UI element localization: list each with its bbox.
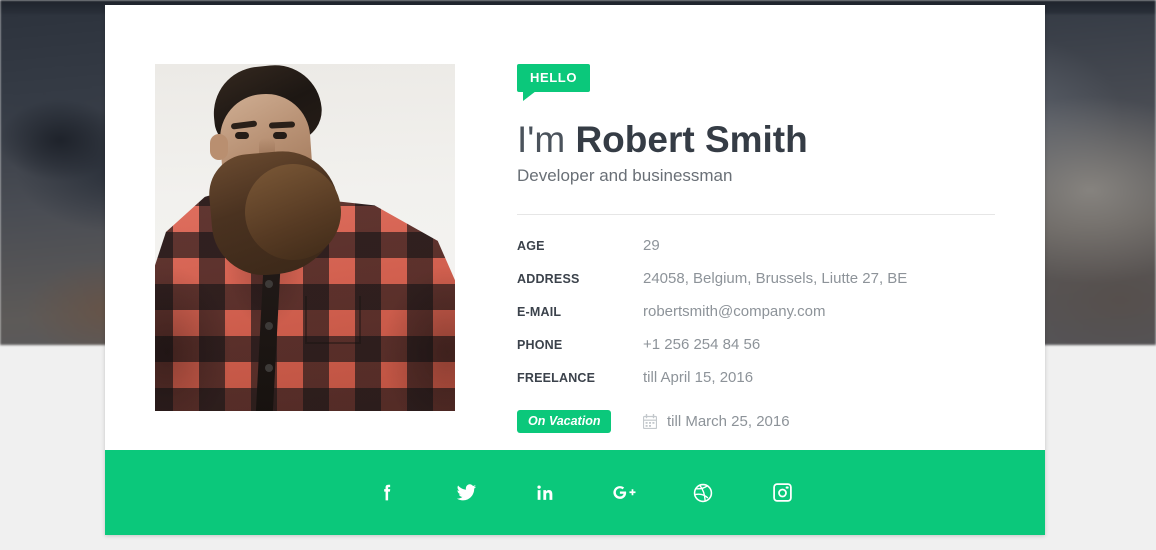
- detail-value-age: 29: [643, 237, 660, 254]
- detail-row: ADDRESS 24058, Belgium, Brussels, Liutte…: [517, 270, 995, 303]
- vacation-value: till March 25, 2016: [667, 413, 790, 430]
- card-body: HELLO I'm Robert Smith Developer and bus…: [105, 5, 1045, 450]
- portrait-button: [265, 280, 273, 288]
- portrait-eye-left: [235, 132, 249, 139]
- social-link-instagram[interactable]: [762, 473, 802, 513]
- name-prefix: I'm: [517, 119, 565, 160]
- vacation-row: On Vacation: [517, 405, 995, 438]
- portrait-eye-right: [273, 132, 287, 139]
- twitter-icon: [455, 481, 478, 504]
- portrait-shirt-pocket: [305, 296, 361, 344]
- detail-label-freelance: FREELANCE: [517, 371, 643, 385]
- detail-row: AGE 29: [517, 237, 995, 270]
- profile-card: HELLO I'm Robert Smith Developer and bus…: [105, 5, 1045, 535]
- divider: [517, 214, 995, 215]
- social-link-twitter[interactable]: [446, 473, 486, 513]
- vacation-value-wrapper: till March 25, 2016: [643, 413, 790, 430]
- page-title: I'm Robert Smith: [517, 120, 995, 160]
- hello-badge: HELLO: [517, 64, 590, 92]
- status-badge-wrapper: On Vacation: [517, 410, 643, 433]
- linkedin-icon: [535, 483, 555, 503]
- social-link-linkedin[interactable]: [525, 473, 565, 513]
- detail-label-phone: PHONE: [517, 338, 643, 352]
- social-link-google-plus[interactable]: [604, 473, 644, 513]
- instagram-icon: [772, 482, 793, 503]
- portrait-button: [265, 364, 273, 372]
- dribbble-icon: [692, 482, 714, 504]
- google-plus-icon: [612, 482, 636, 503]
- avatar: [155, 64, 455, 411]
- hello-badge-wrapper: HELLO: [517, 64, 590, 92]
- hello-badge-tail: [523, 91, 536, 101]
- portrait-ear: [210, 134, 228, 160]
- subtitle: Developer and businessman: [517, 166, 995, 186]
- detail-value-phone[interactable]: +1 256 254 84 56: [643, 336, 760, 353]
- detail-row: E-MAIL robertsmith@company.com: [517, 303, 995, 336]
- portrait-column: [105, 64, 455, 450]
- social-link-dribbble[interactable]: [683, 473, 723, 513]
- detail-label-age: AGE: [517, 239, 643, 253]
- detail-value-email[interactable]: robertsmith@company.com: [643, 303, 826, 320]
- social-links-bar: [105, 450, 1045, 535]
- social-link-facebook[interactable]: [367, 473, 407, 513]
- detail-row: PHONE +1 256 254 84 56: [517, 336, 995, 369]
- page-root: HELLO I'm Robert Smith Developer and bus…: [0, 0, 1156, 550]
- facebook-icon: [377, 482, 398, 503]
- status-badge: On Vacation: [517, 410, 611, 433]
- info-column: HELLO I'm Robert Smith Developer and bus…: [455, 64, 1045, 450]
- portrait-button: [265, 322, 273, 330]
- calendar-icon: [643, 414, 657, 429]
- detail-value-address: 24058, Belgium, Brussels, Liutte 27, BE: [643, 270, 907, 287]
- detail-label-address: ADDRESS: [517, 272, 643, 286]
- name-text: Robert Smith: [575, 119, 807, 160]
- detail-label-email: E-MAIL: [517, 305, 643, 319]
- detail-value-freelance: till April 15, 2016: [643, 369, 753, 386]
- detail-row: FREELANCE till April 15, 2016: [517, 369, 995, 402]
